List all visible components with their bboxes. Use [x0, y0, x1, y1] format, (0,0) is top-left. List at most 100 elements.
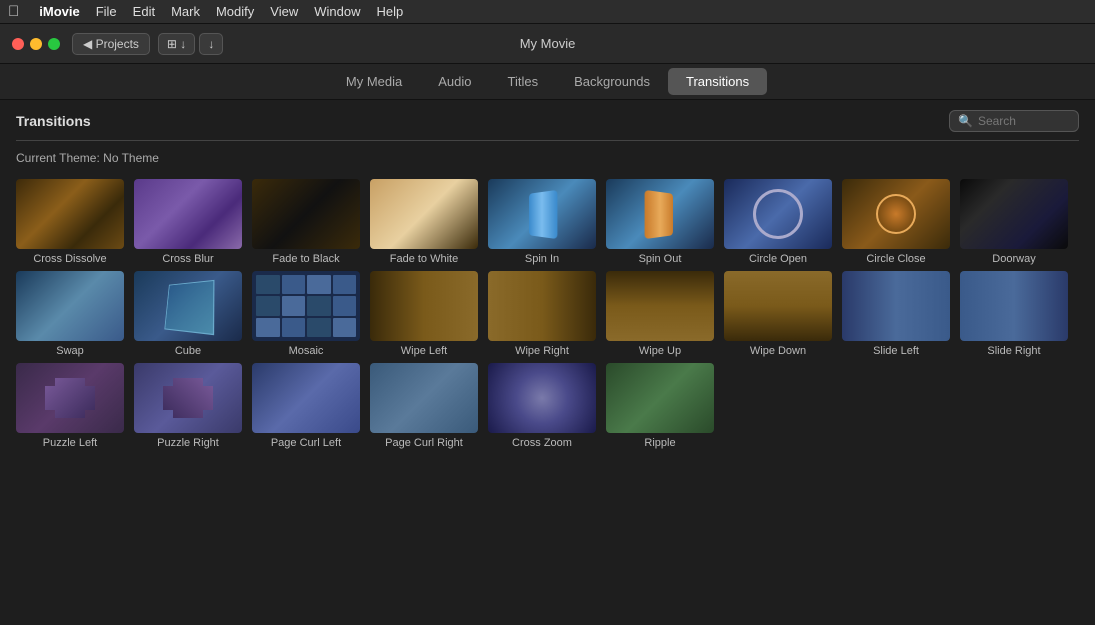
transition-wipe-right[interactable]: Wipe Right [488, 271, 596, 357]
transition-slide-right[interactable]: Slide Right [960, 271, 1068, 357]
cube-icon [164, 280, 214, 335]
thumb-cross-blur [134, 179, 242, 249]
modify-menu[interactable]: Modify [216, 4, 254, 19]
mosaic-cell [307, 296, 331, 315]
transition-slide-left[interactable]: Slide Left [842, 271, 950, 357]
thumb-wipe-left [370, 271, 478, 341]
thumb-swap [16, 271, 124, 341]
label-wipe-up: Wipe Up [639, 345, 681, 357]
sort-button[interactable]: ↓ [199, 33, 223, 55]
mosaic-cell [256, 296, 280, 315]
transition-cross-dissolve[interactable]: Cross Dissolve [16, 179, 124, 265]
thumb-cross-zoom [488, 363, 596, 433]
transition-spin-in[interactable]: Spin In [488, 179, 596, 265]
thumb-slide-right [960, 271, 1068, 341]
thumb-ripple [606, 363, 714, 433]
title-bar: ◀ Projects ⊞ ↓ ↓ My Movie [0, 24, 1095, 64]
transition-spin-out[interactable]: Spin Out [606, 179, 714, 265]
tab-titles[interactable]: Titles [490, 68, 557, 95]
label-wipe-left: Wipe Left [401, 345, 447, 357]
search-input[interactable] [978, 114, 1068, 128]
label-doorway: Doorway [992, 253, 1035, 265]
transition-fade-to-black[interactable]: Fade to Black [252, 179, 360, 265]
thumb-puzzle-left [16, 363, 124, 433]
traffic-lights [12, 38, 60, 50]
label-circle-close: Circle Close [866, 253, 925, 265]
content-header: Transitions 🔍 [16, 110, 1079, 132]
help-menu[interactable]: Help [376, 4, 403, 19]
transition-page-curl-left[interactable]: Page Curl Left [252, 363, 360, 449]
transition-puzzle-right[interactable]: Puzzle Right [134, 363, 242, 449]
label-ripple: Ripple [644, 437, 675, 449]
tab-my-media[interactable]: My Media [328, 68, 420, 95]
transition-mosaic[interactable]: Mosaic [252, 271, 360, 357]
transition-wipe-up[interactable]: Wipe Up [606, 271, 714, 357]
thumb-page-curl-left [252, 363, 360, 433]
view-toggle-button[interactable]: ⊞ ↓ [158, 33, 195, 55]
tab-transitions[interactable]: Transitions [668, 68, 767, 95]
label-cube: Cube [175, 345, 201, 357]
transition-page-curl-right[interactable]: Page Curl Right [370, 363, 478, 449]
label-spin-out: Spin Out [639, 253, 682, 265]
label-fade-to-white: Fade to White [390, 253, 458, 265]
transition-circle-close[interactable]: Circle Close [842, 179, 950, 265]
mosaic-cell [333, 318, 357, 337]
circle-close-icon [876, 194, 916, 234]
transition-swap[interactable]: Swap [16, 271, 124, 357]
edit-menu[interactable]: Edit [133, 4, 155, 19]
transition-cross-zoom[interactable]: Cross Zoom [488, 363, 596, 449]
spin-in-icon [529, 189, 557, 238]
content-area: Transitions 🔍 Current Theme: No Theme Cr… [0, 100, 1095, 459]
mosaic-cell [256, 275, 280, 294]
transition-wipe-down[interactable]: Wipe Down [724, 271, 832, 357]
transition-circle-open[interactable]: Circle Open [724, 179, 832, 265]
label-circle-open: Circle Open [749, 253, 807, 265]
transition-ripple[interactable]: Ripple [606, 363, 714, 449]
thumb-cube [134, 271, 242, 341]
apple-menu[interactable]:  [8, 3, 19, 20]
minimize-button[interactable] [30, 38, 42, 50]
tab-backgrounds[interactable]: Backgrounds [556, 68, 668, 95]
current-theme: Current Theme: No Theme [16, 151, 1079, 165]
search-box[interactable]: 🔍 [949, 110, 1079, 132]
file-menu[interactable]: File [96, 4, 117, 19]
view-menu[interactable]: View [270, 4, 298, 19]
section-title: Transitions [16, 113, 91, 129]
mark-menu[interactable]: Mark [171, 4, 200, 19]
label-cross-blur: Cross Blur [162, 253, 213, 265]
label-puzzle-left: Puzzle Left [43, 437, 97, 449]
maximize-button[interactable] [48, 38, 60, 50]
spin-out-icon [645, 189, 673, 238]
nav-tabs: My Media Audio Titles Backgrounds Transi… [0, 64, 1095, 100]
transition-wipe-left[interactable]: Wipe Left [370, 271, 478, 357]
transition-cross-blur[interactable]: Cross Blur [134, 179, 242, 265]
label-page-curl-left: Page Curl Left [271, 437, 341, 449]
label-puzzle-right: Puzzle Right [157, 437, 219, 449]
circle-open-icon [753, 189, 803, 239]
tab-audio[interactable]: Audio [420, 68, 489, 95]
transitions-grid: Cross Dissolve Cross Blur Fade to Black … [16, 179, 1079, 449]
transition-fade-to-white[interactable]: Fade to White [370, 179, 478, 265]
puzzle-left-icon [45, 378, 95, 418]
mosaic-cell [333, 275, 357, 294]
label-slide-left: Slide Left [873, 345, 919, 357]
close-button[interactable] [12, 38, 24, 50]
projects-button[interactable]: ◀ Projects [72, 33, 150, 55]
transition-cube[interactable]: Cube [134, 271, 242, 357]
imovie-menu[interactable]: iMovie [39, 4, 79, 19]
thumb-puzzle-right [134, 363, 242, 433]
thumb-page-curl-right [370, 363, 478, 433]
label-swap: Swap [56, 345, 84, 357]
window-menu[interactable]: Window [314, 4, 360, 19]
label-spin-in: Spin In [525, 253, 559, 265]
mosaic-cell [282, 275, 306, 294]
transition-puzzle-left[interactable]: Puzzle Left [16, 363, 124, 449]
label-cross-dissolve: Cross Dissolve [33, 253, 106, 265]
label-slide-right: Slide Right [987, 345, 1040, 357]
thumb-cross-dissolve [16, 179, 124, 249]
thumb-slide-left [842, 271, 950, 341]
mosaic-cell [307, 275, 331, 294]
thumb-wipe-down [724, 271, 832, 341]
transition-doorway[interactable]: Doorway [960, 179, 1068, 265]
label-page-curl-right: Page Curl Right [385, 437, 463, 449]
